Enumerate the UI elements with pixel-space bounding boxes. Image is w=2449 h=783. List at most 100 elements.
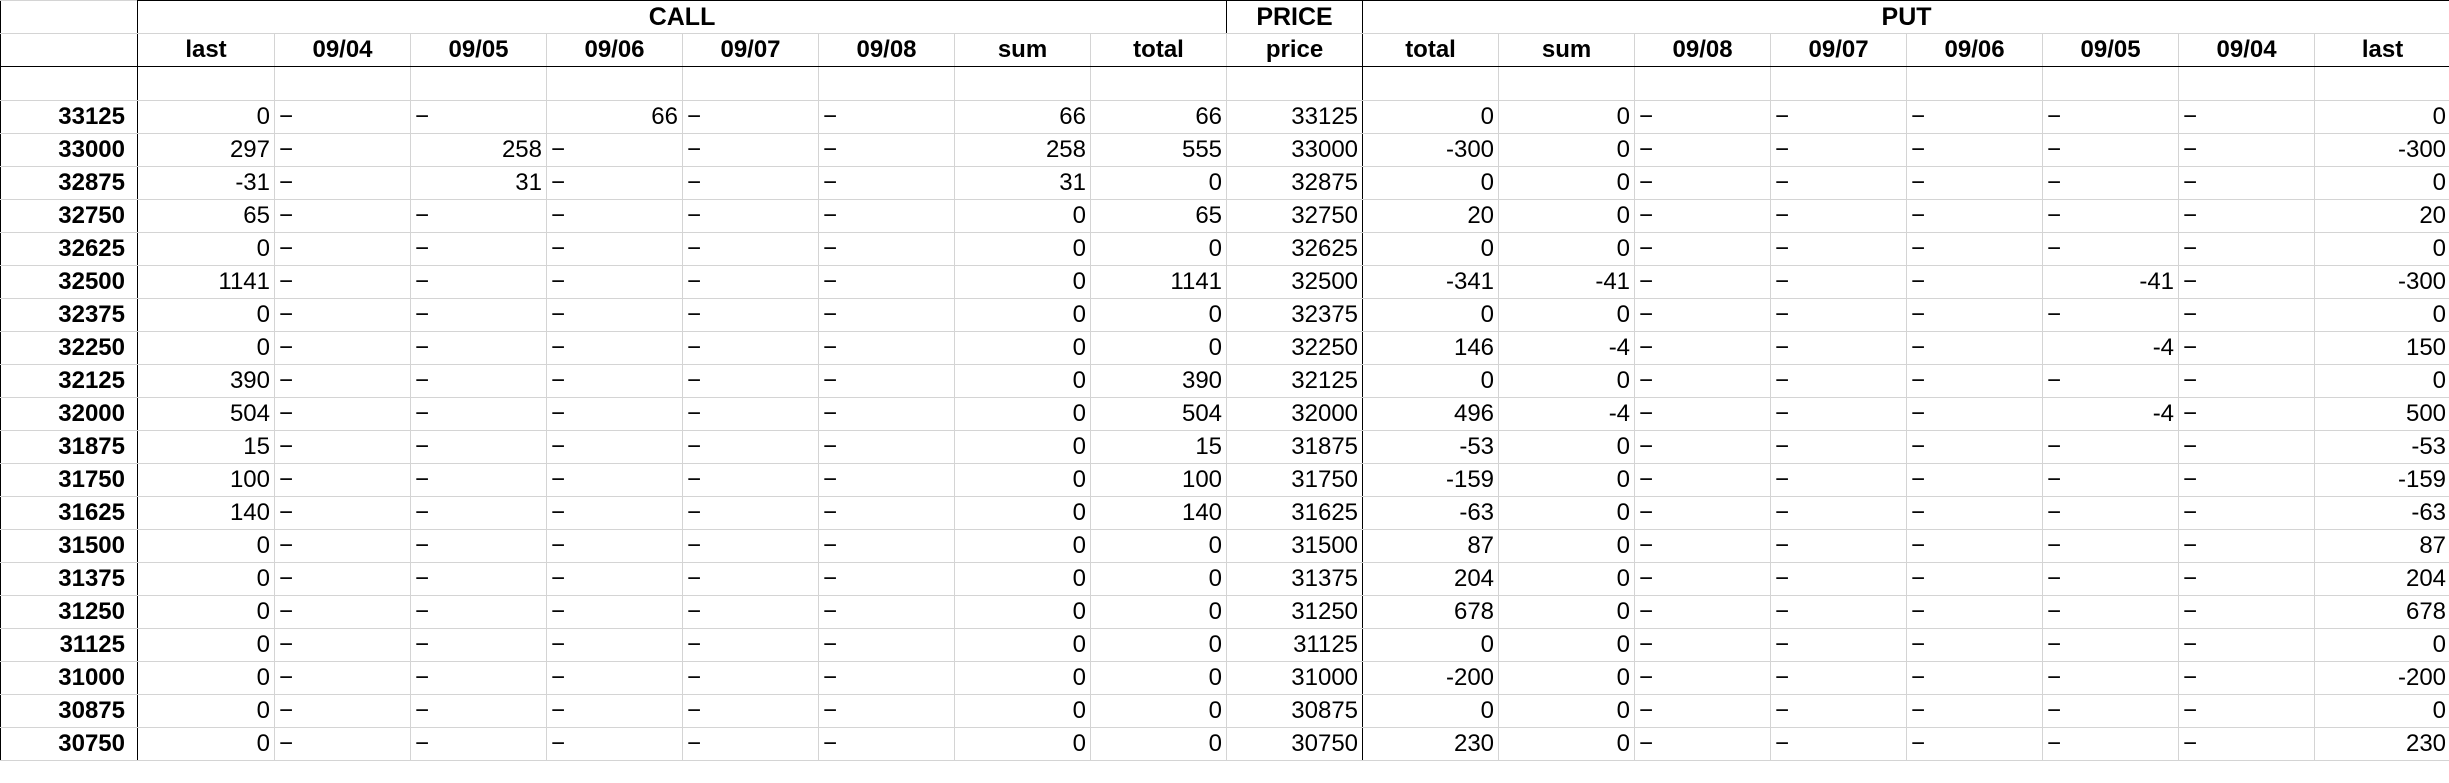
strike-label[interactable]: 31000 <box>0 661 138 695</box>
stub-blank-cell[interactable] <box>0 66 138 101</box>
data-cell[interactable]: − <box>274 364 411 398</box>
data-cell[interactable]: 0 <box>1362 628 1500 662</box>
data-cell[interactable]: 31750 <box>1226 463 1364 497</box>
data-cell[interactable]: − <box>682 166 819 200</box>
strike-label[interactable]: 31875 <box>0 430 138 464</box>
data-cell[interactable]: 555 <box>1089 133 1228 167</box>
data-cell[interactable]: 0 <box>137 529 275 563</box>
data-cell[interactable]: − <box>2178 562 2316 596</box>
data-cell[interactable]: − <box>818 100 955 134</box>
data-cell[interactable]: 0 <box>1089 562 1228 596</box>
data-cell[interactable]: − <box>1634 265 1772 299</box>
data-cell[interactable]: − <box>1634 595 1772 629</box>
column-header-1[interactable]: 09/04 <box>274 33 411 67</box>
data-cell[interactable]: − <box>1906 166 2044 200</box>
data-cell[interactable]: -159 <box>2314 463 2449 497</box>
data-cell[interactable]: 66 <box>954 100 1091 134</box>
data-cell[interactable]: 66 <box>1089 100 1228 134</box>
data-cell[interactable]: − <box>818 199 955 233</box>
data-cell[interactable]: − <box>2042 562 2180 596</box>
data-cell[interactable]: − <box>1634 100 1772 134</box>
column-header-13[interactable]: 09/06 <box>1906 33 2044 67</box>
data-cell[interactable]: − <box>546 331 683 365</box>
data-cell[interactable]: − <box>818 364 955 398</box>
column-header-5[interactable]: 09/08 <box>818 33 955 67</box>
data-cell[interactable]: 0 <box>137 727 275 761</box>
data-cell[interactable]: − <box>274 595 411 629</box>
data-cell[interactable]: − <box>1906 364 2044 398</box>
strike-label[interactable]: 31625 <box>0 496 138 530</box>
data-cell[interactable]: 204 <box>1362 562 1500 596</box>
data-cell[interactable]: − <box>274 529 411 563</box>
data-cell[interactable]: − <box>2178 265 2316 299</box>
data-cell[interactable]: − <box>1906 727 2044 761</box>
data-cell[interactable]: 0 <box>1089 529 1228 563</box>
data-cell[interactable]: -4 <box>2042 397 2180 431</box>
data-cell[interactable]: − <box>2178 496 2316 530</box>
data-cell[interactable]: − <box>1906 496 2044 530</box>
put-group-header[interactable]: PUT <box>1362 0 2449 34</box>
data-cell[interactable]: − <box>2042 199 2180 233</box>
data-cell[interactable]: 0 <box>1362 694 1500 728</box>
data-cell[interactable]: − <box>1634 496 1772 530</box>
data-cell[interactable]: − <box>1634 331 1772 365</box>
data-cell[interactable]: − <box>274 727 411 761</box>
data-cell[interactable]: − <box>1634 463 1772 497</box>
data-cell[interactable]: − <box>1770 463 1908 497</box>
blank-cell[interactable] <box>1226 66 1364 101</box>
data-cell[interactable]: 0 <box>954 727 1091 761</box>
data-cell[interactable]: − <box>274 100 411 134</box>
data-cell[interactable]: 15 <box>1089 430 1228 464</box>
data-cell[interactable]: − <box>2042 430 2180 464</box>
data-cell[interactable]: 32250 <box>1226 331 1364 365</box>
data-cell[interactable]: 32875 <box>1226 166 1364 200</box>
data-cell[interactable]: 32750 <box>1226 199 1364 233</box>
blank-cell[interactable] <box>1498 66 1636 101</box>
strike-label[interactable]: 31750 <box>0 463 138 497</box>
data-cell[interactable]: − <box>1906 331 2044 365</box>
blank-cell[interactable] <box>954 66 1091 101</box>
data-cell[interactable]: -31 <box>137 166 275 200</box>
data-cell[interactable]: − <box>818 595 955 629</box>
data-cell[interactable]: 65 <box>1089 199 1228 233</box>
data-cell[interactable]: 0 <box>954 529 1091 563</box>
data-cell[interactable]: 31 <box>954 166 1091 200</box>
strike-label[interactable]: 32500 <box>0 265 138 299</box>
data-cell[interactable]: 0 <box>1498 463 1636 497</box>
data-cell[interactable]: − <box>1770 199 1908 233</box>
strike-label[interactable]: 30875 <box>0 694 138 728</box>
data-cell[interactable]: 87 <box>1362 529 1500 563</box>
data-cell[interactable]: 0 <box>954 331 1091 365</box>
data-cell[interactable]: − <box>2178 100 2316 134</box>
data-cell[interactable]: 31875 <box>1226 430 1364 464</box>
data-cell[interactable]: − <box>1634 199 1772 233</box>
data-cell[interactable]: − <box>682 397 819 431</box>
data-cell[interactable]: 31000 <box>1226 661 1364 695</box>
data-cell[interactable]: − <box>1634 727 1772 761</box>
data-cell[interactable]: − <box>410 694 547 728</box>
data-cell[interactable]: − <box>2178 298 2316 332</box>
data-cell[interactable]: − <box>1770 430 1908 464</box>
blank-cell[interactable] <box>1770 66 1908 101</box>
data-cell[interactable]: 0 <box>2314 100 2449 134</box>
data-cell[interactable]: − <box>2178 727 2316 761</box>
data-cell[interactable]: − <box>410 661 547 695</box>
data-cell[interactable]: -41 <box>2042 265 2180 299</box>
data-cell[interactable]: − <box>1770 331 1908 365</box>
data-cell[interactable]: − <box>1634 133 1772 167</box>
data-cell[interactable]: 0 <box>1362 364 1500 398</box>
data-cell[interactable]: − <box>410 298 547 332</box>
data-cell[interactable]: -200 <box>1362 661 1500 695</box>
data-cell[interactable]: − <box>1770 166 1908 200</box>
data-cell[interactable]: 0 <box>1498 133 1636 167</box>
data-cell[interactable]: 0 <box>137 595 275 629</box>
data-cell[interactable]: − <box>682 298 819 332</box>
data-cell[interactable]: − <box>1770 694 1908 728</box>
data-cell[interactable]: − <box>1906 133 2044 167</box>
data-cell[interactable]: − <box>818 166 955 200</box>
data-cell[interactable]: − <box>274 463 411 497</box>
data-cell[interactable]: − <box>274 199 411 233</box>
data-cell[interactable]: − <box>546 199 683 233</box>
data-cell[interactable]: − <box>1634 232 1772 266</box>
data-cell[interactable]: 0 <box>1498 166 1636 200</box>
